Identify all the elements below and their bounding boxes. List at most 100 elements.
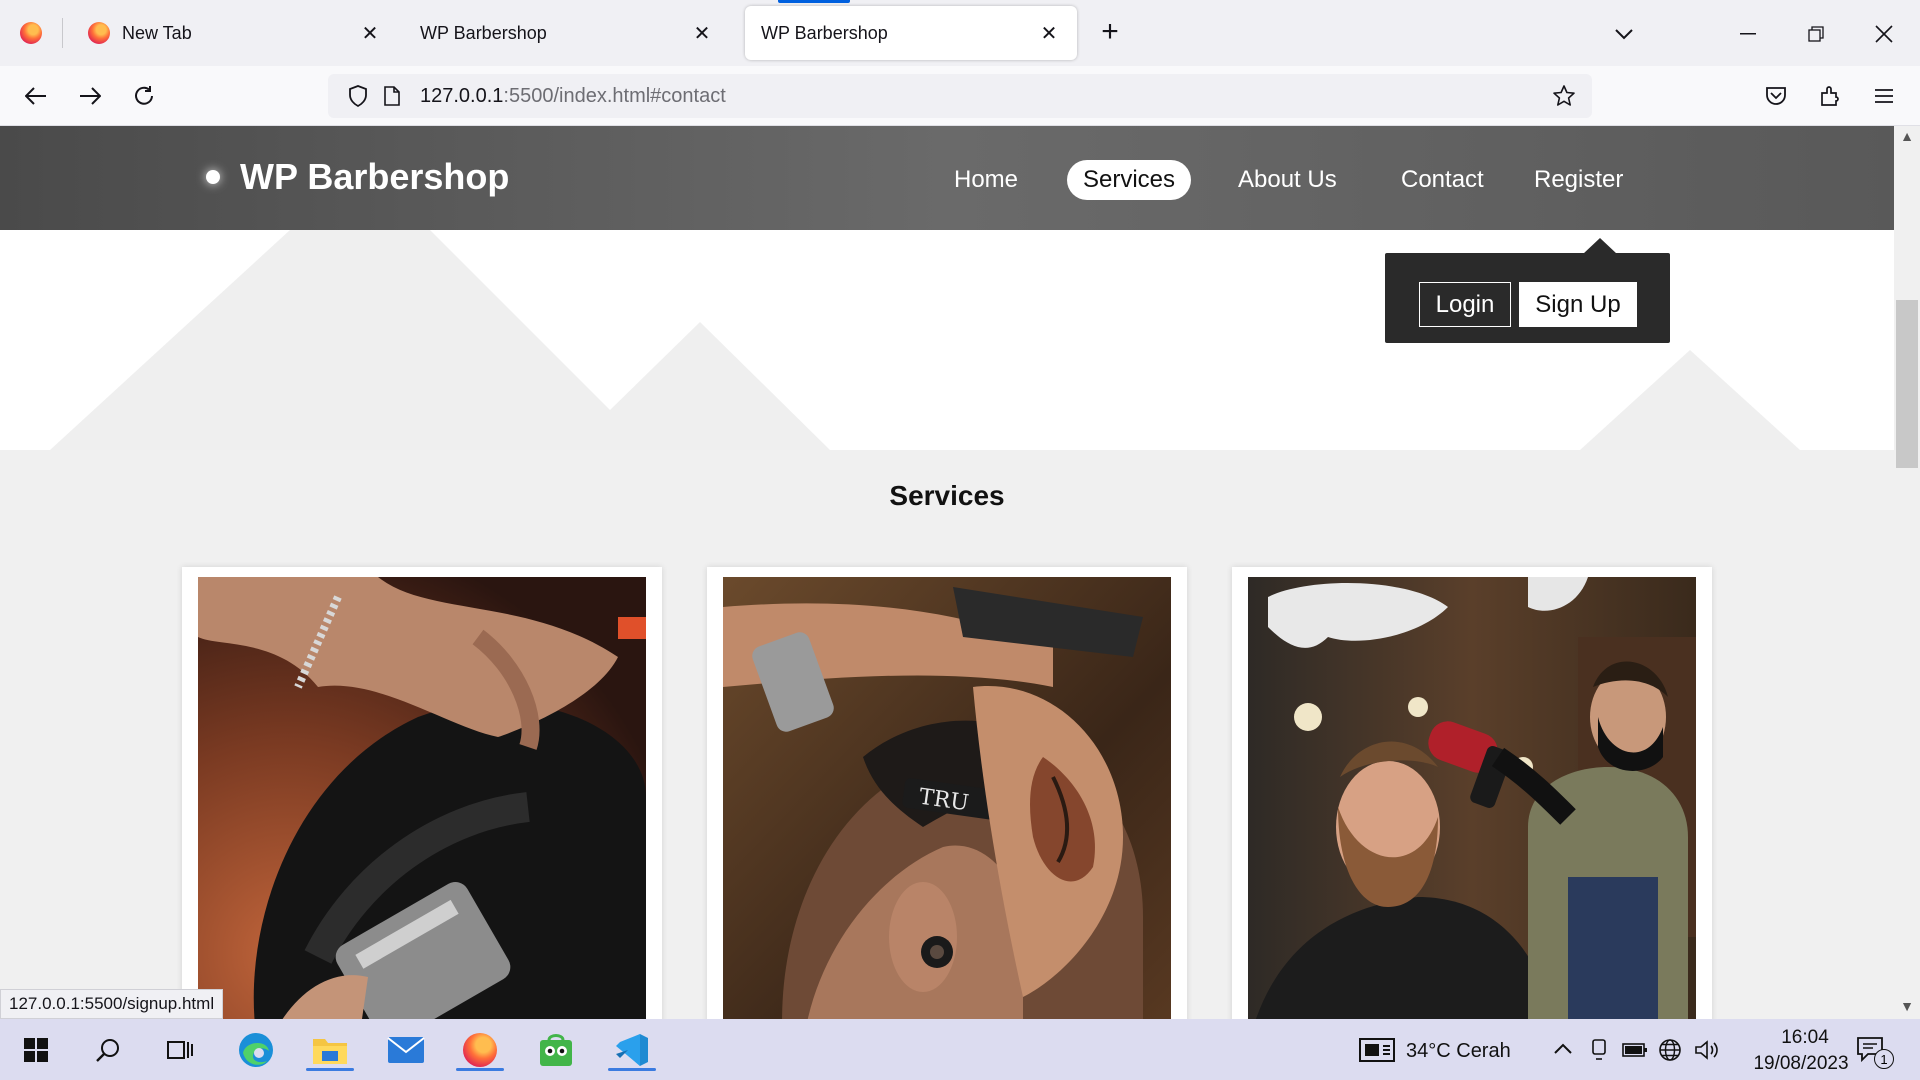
meet-now-icon[interactable] — [1590, 1039, 1608, 1067]
file-explorer-taskbar-button[interactable] — [300, 1027, 360, 1073]
page-icon[interactable] — [380, 84, 404, 108]
list-all-tabs-button[interactable] — [1606, 16, 1642, 52]
dropdown-arrow — [1583, 238, 1617, 254]
logo-dot-icon — [206, 170, 220, 184]
vscode-taskbar-button[interactable] — [602, 1027, 662, 1073]
nav-home[interactable]: Home — [938, 160, 1034, 200]
edge-taskbar-button[interactable] — [226, 1027, 286, 1073]
battery-icon[interactable] — [1622, 1041, 1648, 1064]
service-card-3[interactable] — [1232, 567, 1712, 1019]
globe-network-icon[interactable] — [1658, 1038, 1682, 1068]
chevron-down-icon — [1615, 29, 1633, 40]
close-icon — [1875, 25, 1893, 43]
search-button[interactable] — [78, 1027, 138, 1073]
firefox-icon — [463, 1033, 497, 1067]
url-bar[interactable]: 127.0.0.1:5500/index.html#contact — [328, 74, 1592, 118]
clock-time[interactable]: 16:04 — [1760, 1027, 1850, 1049]
folder-icon — [313, 1039, 347, 1064]
weather-text[interactable]: 34°C Cerah — [1406, 1040, 1511, 1063]
url-host: 127.0.0.1 — [420, 84, 504, 107]
site-header: WP Barbershop Home Services About Us Con… — [0, 126, 1894, 230]
mail-taskbar-button[interactable] — [376, 1027, 436, 1073]
scroll-up-arrow-icon[interactable]: ▲ — [1896, 128, 1918, 148]
app-menu-button[interactable] — [1866, 78, 1902, 114]
firefox-menu-button[interactable] — [0, 0, 62, 66]
mail-icon — [387, 1037, 425, 1063]
register-dropdown: Login Sign Up — [1385, 253, 1670, 343]
search-icon — [96, 1039, 119, 1062]
forward-button[interactable] — [72, 78, 108, 114]
nav-about-us[interactable]: About Us — [1222, 160, 1353, 200]
page-scrollbar[interactable] — [1894, 126, 1920, 1019]
shield-icon[interactable] — [346, 84, 370, 108]
url-text[interactable]: 127.0.0.1:5500/index.html#contact — [420, 85, 726, 108]
puzzle-icon — [1821, 86, 1839, 106]
running-indicator — [608, 1068, 656, 1071]
notification-center-button[interactable]: 1 — [1844, 1027, 1898, 1073]
shopping-bag-icon — [540, 1034, 572, 1066]
bookmark-star-icon[interactable] — [1552, 84, 1576, 108]
signup-button[interactable]: Sign Up — [1519, 282, 1637, 327]
windows-logo-icon — [24, 1038, 48, 1062]
service-card-2[interactable]: TRU — [707, 567, 1187, 1019]
new-tab-button[interactable]: + — [1094, 17, 1126, 49]
restore-button[interactable] — [1798, 16, 1834, 52]
arrow-left-icon — [25, 87, 46, 105]
tab-new-tab[interactable]: New Tab ✕ — [72, 6, 398, 60]
nav-contact[interactable]: Contact — [1385, 160, 1500, 200]
extensions-button[interactable] — [1812, 78, 1848, 114]
tab-title: New Tab — [122, 22, 192, 43]
tab-title: WP Barbershop — [761, 22, 888, 43]
scrollbar-thumb[interactable] — [1896, 300, 1918, 468]
service-photo-clipper — [198, 577, 646, 1019]
site-brand-name: WP Barbershop — [240, 156, 510, 197]
nav-register[interactable]: Register — [1518, 160, 1639, 200]
login-button[interactable]: Login — [1419, 282, 1511, 327]
browser-navigation-bar: 127.0.0.1:5500/index.html#contact — [0, 66, 1920, 126]
nav-services[interactable]: Services — [1067, 160, 1192, 200]
tab-title: WP Barbershop — [420, 22, 547, 43]
minimize-icon — [1740, 33, 1756, 35]
firefox-taskbar-button[interactable] — [450, 1027, 510, 1073]
edge-icon — [239, 1033, 273, 1067]
task-view-icon — [167, 1041, 193, 1059]
reload-button[interactable] — [126, 78, 162, 114]
running-indicator — [306, 1068, 354, 1071]
close-icon[interactable]: ✕ — [358, 21, 382, 45]
notification-count-badge: 1 — [1874, 1049, 1894, 1069]
minimize-button[interactable] — [1730, 16, 1766, 52]
windows-taskbar: 34°C Cerah 16:04 19/08/2023 1 — [0, 1019, 1920, 1080]
firefox-icon — [88, 22, 110, 44]
service-photo-razor: TRU — [723, 577, 1171, 1019]
restore-icon — [1808, 26, 1824, 42]
services-heading: Services — [889, 480, 1005, 511]
firefox-icon — [20, 22, 42, 44]
tab-wp-barbershop-2[interactable]: WP Barbershop ✕ — [745, 6, 1077, 60]
close-icon[interactable]: ✕ — [690, 21, 714, 45]
start-button[interactable] — [6, 1027, 66, 1073]
tab-separator — [62, 18, 63, 48]
scroll-down-arrow-icon[interactable]: ▼ — [1896, 998, 1918, 1018]
tab-wp-barbershop-1[interactable]: WP Barbershop ✕ — [404, 6, 730, 60]
arrow-right-icon — [80, 87, 101, 105]
link-status-tooltip: 127.0.0.1:5500/signup.html — [0, 989, 224, 1019]
tokopedia-taskbar-button[interactable] — [526, 1027, 586, 1073]
tab-loading-indicator — [778, 0, 850, 3]
close-icon[interactable]: ✕ — [1037, 21, 1061, 45]
weather-widget-icon[interactable] — [1352, 1027, 1402, 1073]
running-indicator — [456, 1068, 504, 1071]
show-hidden-icons-chevron-icon[interactable] — [1553, 1035, 1573, 1061]
task-view-button[interactable] — [150, 1027, 210, 1073]
site-logo[interactable]: WP Barbershop — [206, 156, 509, 198]
close-window-button[interactable] — [1866, 16, 1902, 52]
pocket-button[interactable] — [1758, 78, 1794, 114]
hamburger-icon — [1875, 89, 1893, 103]
back-button[interactable] — [18, 78, 54, 114]
speaker-icon[interactable] — [1694, 1039, 1720, 1067]
page-viewport: WP Barbershop Home Services About Us Con… — [0, 126, 1894, 1019]
service-card-1[interactable] — [182, 567, 662, 1019]
reload-icon — [135, 86, 153, 105]
vscode-icon — [616, 1034, 648, 1066]
url-path: :5500/index.html#contact — [503, 84, 726, 107]
pocket-icon — [1766, 87, 1786, 105]
